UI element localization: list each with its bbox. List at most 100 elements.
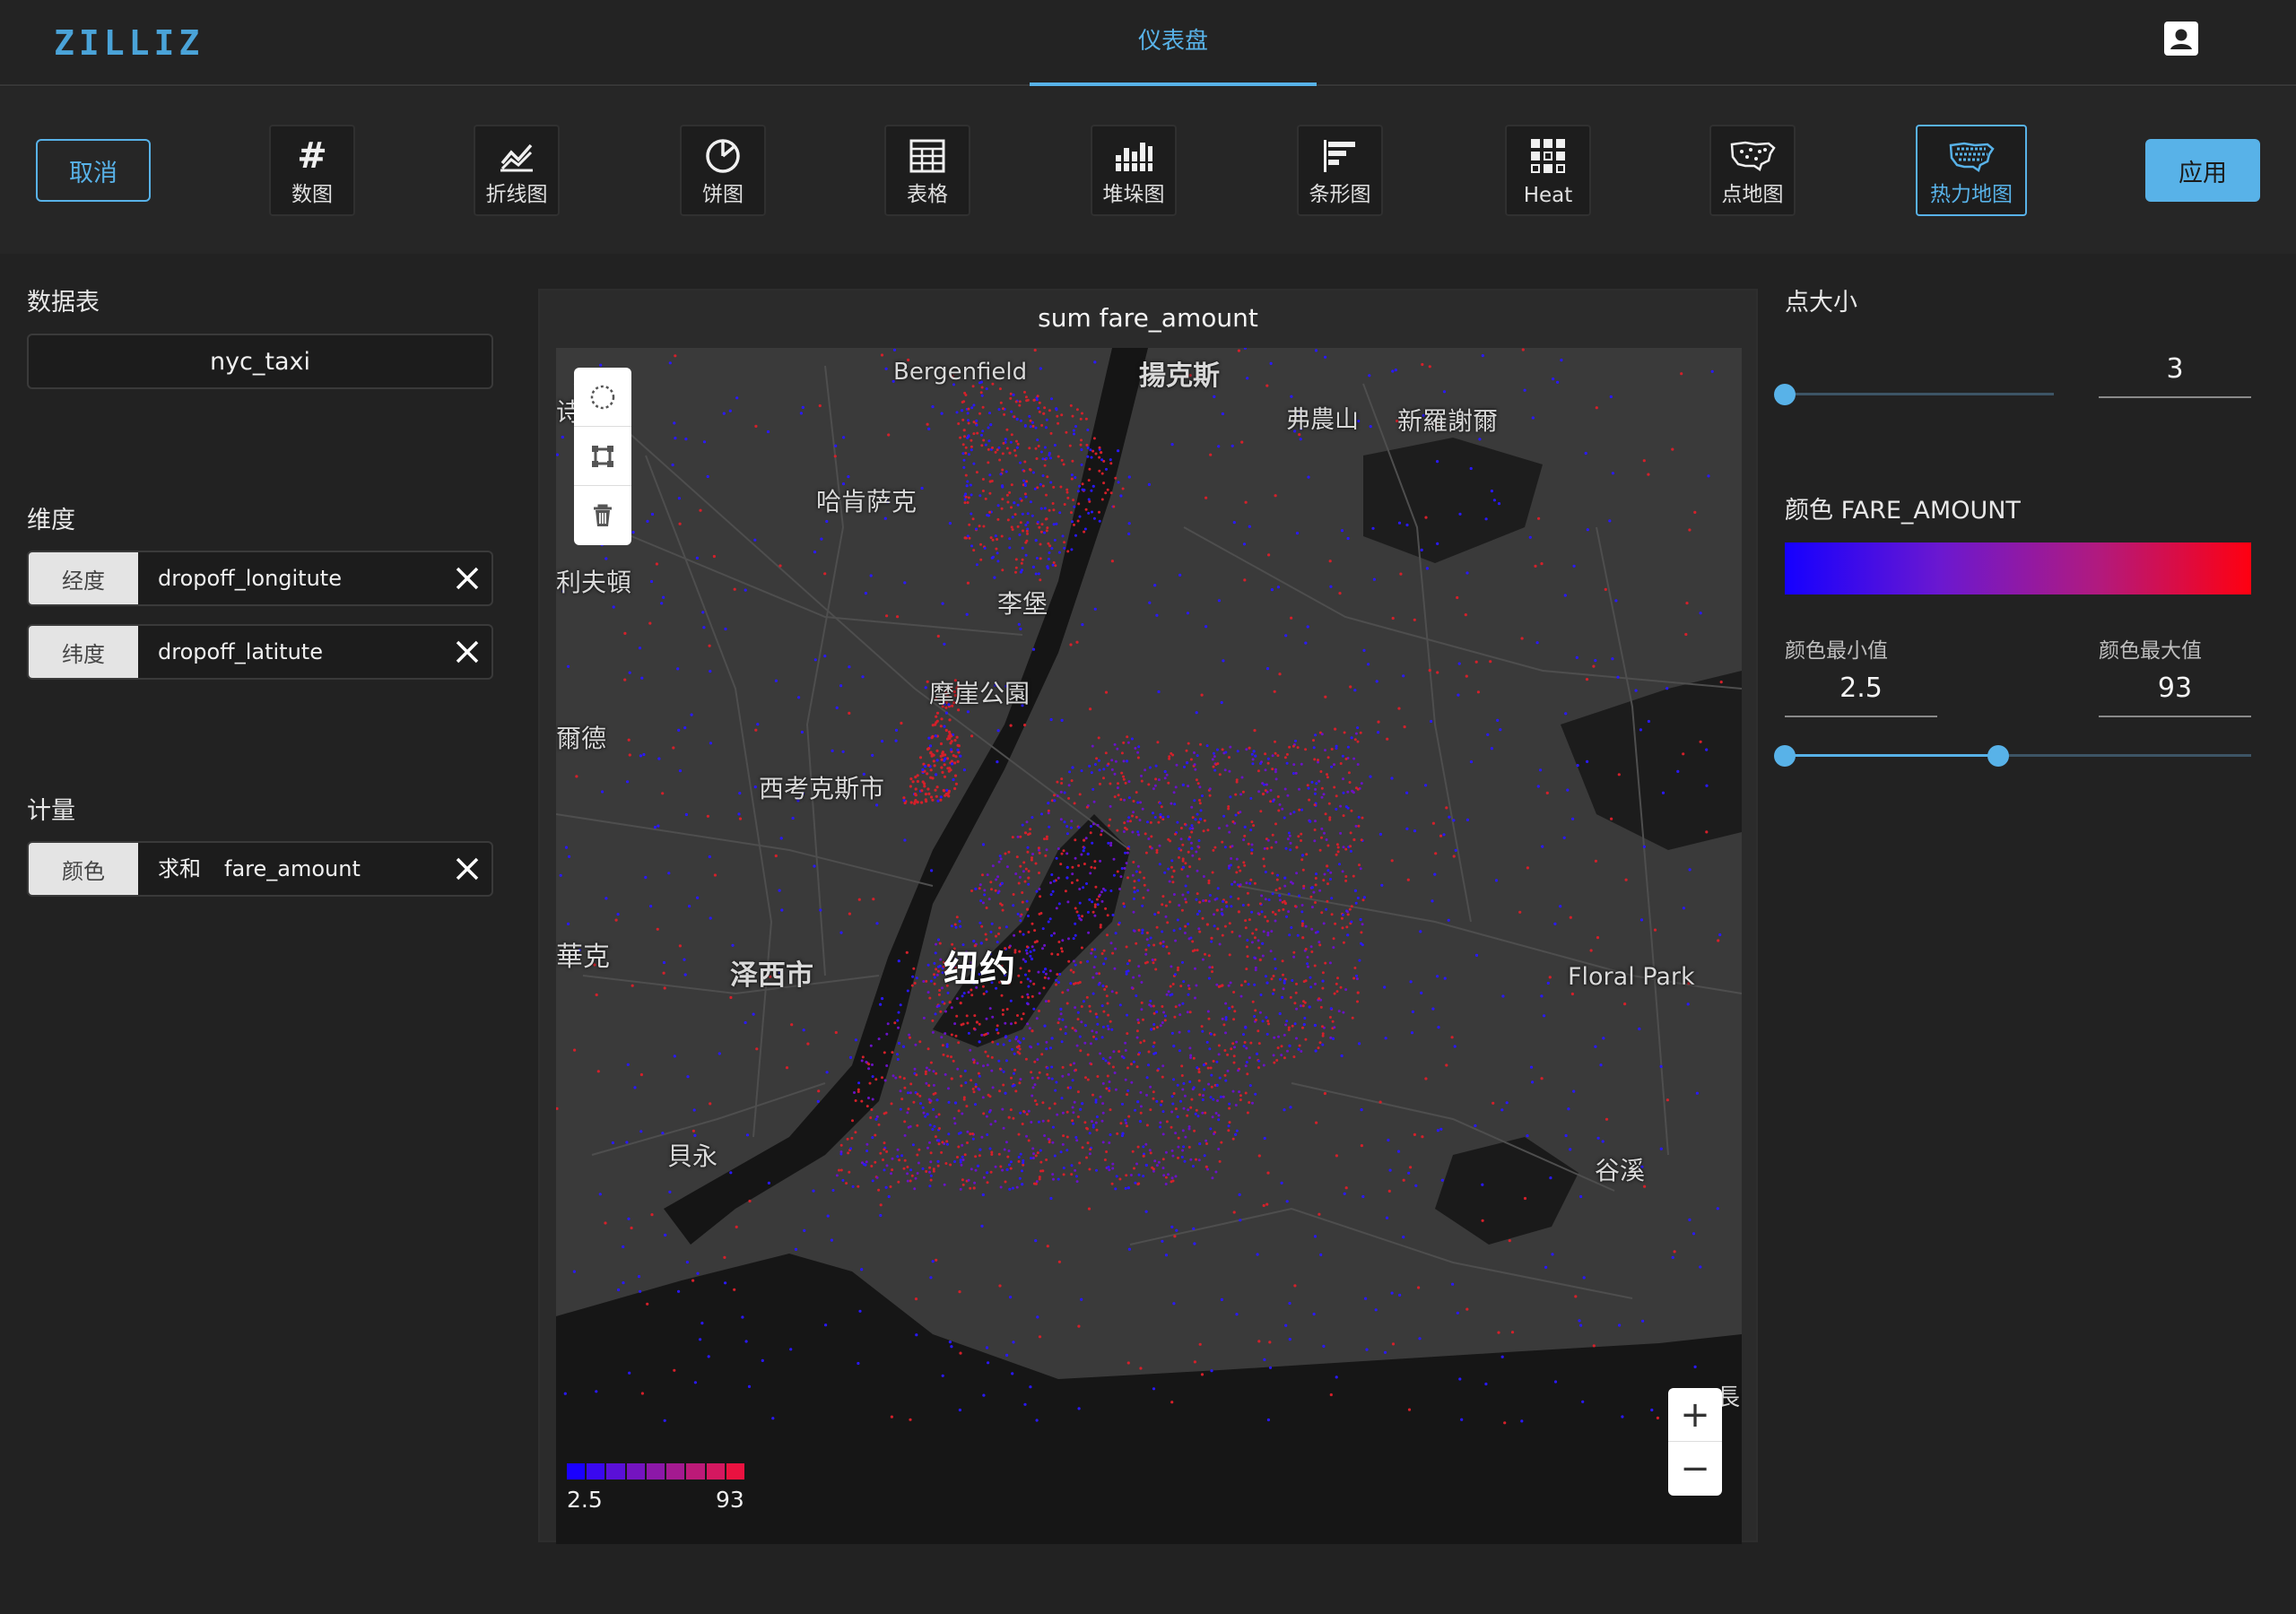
heat-dot: [1113, 1072, 1117, 1074]
dimension-latitude[interactable]: 纬度 dropoff_latitute: [27, 624, 493, 680]
chart-type-heat[interactable]: Heat: [1505, 125, 1591, 216]
heat-dot: [1244, 919, 1248, 923]
heat-dot: [1125, 759, 1129, 763]
heat-dot: [1235, 1313, 1239, 1316]
color-range-min-knob[interactable]: [1774, 745, 1796, 767]
color-min-input[interactable]: 2.5: [1785, 660, 1937, 717]
heat-dot: [991, 446, 994, 449]
color-gradient-bar[interactable]: [1785, 542, 2251, 594]
heat-dot: [685, 1261, 689, 1264]
draw-rectangle-icon[interactable]: [574, 427, 631, 486]
heat-dot: [1293, 1284, 1297, 1288]
measure-aggregation[interactable]: 求和: [158, 843, 201, 895]
measure-color[interactable]: 颜色 求和 fare_amount: [27, 841, 493, 897]
heat-dot: [1123, 821, 1126, 825]
heat-dot: [1066, 496, 1070, 499]
heat-dot: [1572, 1089, 1576, 1093]
map-canvas[interactable]: [556, 348, 1742, 1544]
heat-dot: [1183, 822, 1187, 826]
zoom-in-button[interactable]: +: [1668, 1388, 1722, 1442]
close-icon[interactable]: [452, 563, 483, 594]
heat-dot: [1099, 924, 1102, 927]
heat-dot: [1306, 784, 1309, 787]
heat-dot: [1340, 1054, 1344, 1058]
heat-dot: [1058, 973, 1062, 976]
heat-dot: [1351, 1016, 1354, 1020]
draw-circle-icon[interactable]: [574, 368, 631, 427]
heat-dot: [1016, 503, 1020, 507]
dimension-longitude[interactable]: 经度 dropoff_longitute: [27, 551, 493, 606]
point-size-input[interactable]: 3: [2099, 341, 2251, 398]
chart-type-pointmap[interactable]: 点地图: [1709, 125, 1796, 216]
heat-dot: [1022, 933, 1025, 936]
dimension-tag[interactable]: 纬度: [29, 626, 138, 678]
close-icon[interactable]: [452, 637, 483, 667]
heat-dot: [1170, 1031, 1174, 1035]
heat-dot: [1161, 1239, 1164, 1243]
chart-type-bar[interactable]: 条形图: [1297, 125, 1383, 216]
point-size-slider-knob[interactable]: [1774, 384, 1796, 405]
heat-dot: [1170, 1401, 1174, 1404]
heat-dot: [1647, 719, 1650, 724]
heat-dot: [1374, 1308, 1378, 1312]
heat-dot: [964, 394, 968, 396]
heat-dot: [1271, 892, 1274, 896]
heat-dot: [1083, 527, 1087, 531]
heat-dot: [1231, 930, 1234, 933]
heat-dot: [1265, 783, 1268, 786]
chart-type-table[interactable]: 表格: [884, 125, 970, 216]
heat-dot: [1349, 845, 1352, 848]
chart-type-heatmap[interactable]: 热力地图: [1916, 125, 2027, 216]
heat-dot: [1001, 468, 1004, 472]
heat-dot: [1191, 816, 1195, 820]
heat-dot: [1147, 837, 1151, 840]
cancel-button[interactable]: 取消: [36, 139, 151, 202]
heatmap-map[interactable]: Bergenfield 揚克斯 弗農山 新羅謝爾 哈肯萨克 利夫頓 李堡 摩崖公…: [556, 348, 1742, 1544]
heat-dot: [996, 551, 999, 555]
heat-dot: [706, 474, 709, 479]
chart-type-number[interactable]: # 数图: [269, 125, 355, 216]
apply-button[interactable]: 应用: [2145, 139, 2260, 202]
heat-dot: [1086, 446, 1090, 449]
heat-dot: [1241, 904, 1245, 907]
color-max-input[interactable]: 93: [2099, 660, 2251, 717]
measure-tag[interactable]: 颜色: [29, 843, 138, 895]
heat-dot: [1356, 1000, 1359, 1003]
user-account-icon[interactable]: [2164, 22, 2198, 56]
heat-dot: [1397, 521, 1402, 525]
heat-dot: [625, 1141, 629, 1144]
heat-dot: [848, 1055, 853, 1059]
heat-dot: [1546, 981, 1550, 985]
tab-dashboard[interactable]: 仪表盘: [1030, 0, 1317, 86]
heat-dot: [1061, 1065, 1065, 1069]
heat-dot: [959, 754, 962, 758]
heat-dot: [871, 1063, 874, 1066]
heat-dot: [905, 950, 909, 954]
heat-dot: [1295, 1007, 1299, 1011]
chart-type-line[interactable]: 折线图: [474, 125, 560, 216]
heat-dot: [924, 1072, 927, 1076]
heat-dot: [1074, 1168, 1077, 1172]
heat-dot: [1048, 508, 1051, 512]
table-select[interactable]: nyc_taxi: [27, 334, 493, 389]
heat-dot: [1594, 1045, 1597, 1048]
color-range-max-knob[interactable]: [1987, 745, 2009, 767]
trash-icon[interactable]: [574, 486, 631, 545]
close-icon[interactable]: [452, 854, 483, 884]
heat-dot: [1079, 1107, 1083, 1111]
point-size-slider-track[interactable]: [1785, 393, 2054, 395]
heat-dot: [1277, 1035, 1280, 1038]
heat-dot: [1201, 916, 1205, 920]
heat-dot: [1126, 851, 1129, 855]
chart-type-stacked[interactable]: 堆垛图: [1091, 125, 1177, 216]
heat-dot: [951, 762, 954, 766]
heat-dot: [916, 1153, 919, 1157]
heat-dot: [1023, 880, 1027, 883]
heat-dot: [1378, 832, 1382, 837]
chart-type-pie[interactable]: 饼图: [680, 125, 766, 216]
dimension-tag[interactable]: 经度: [29, 552, 138, 604]
heat-dot: [1083, 846, 1086, 849]
heat-dot: [964, 451, 968, 455]
heat-dot: [971, 1058, 975, 1062]
zoom-out-button[interactable]: −: [1668, 1442, 1722, 1496]
